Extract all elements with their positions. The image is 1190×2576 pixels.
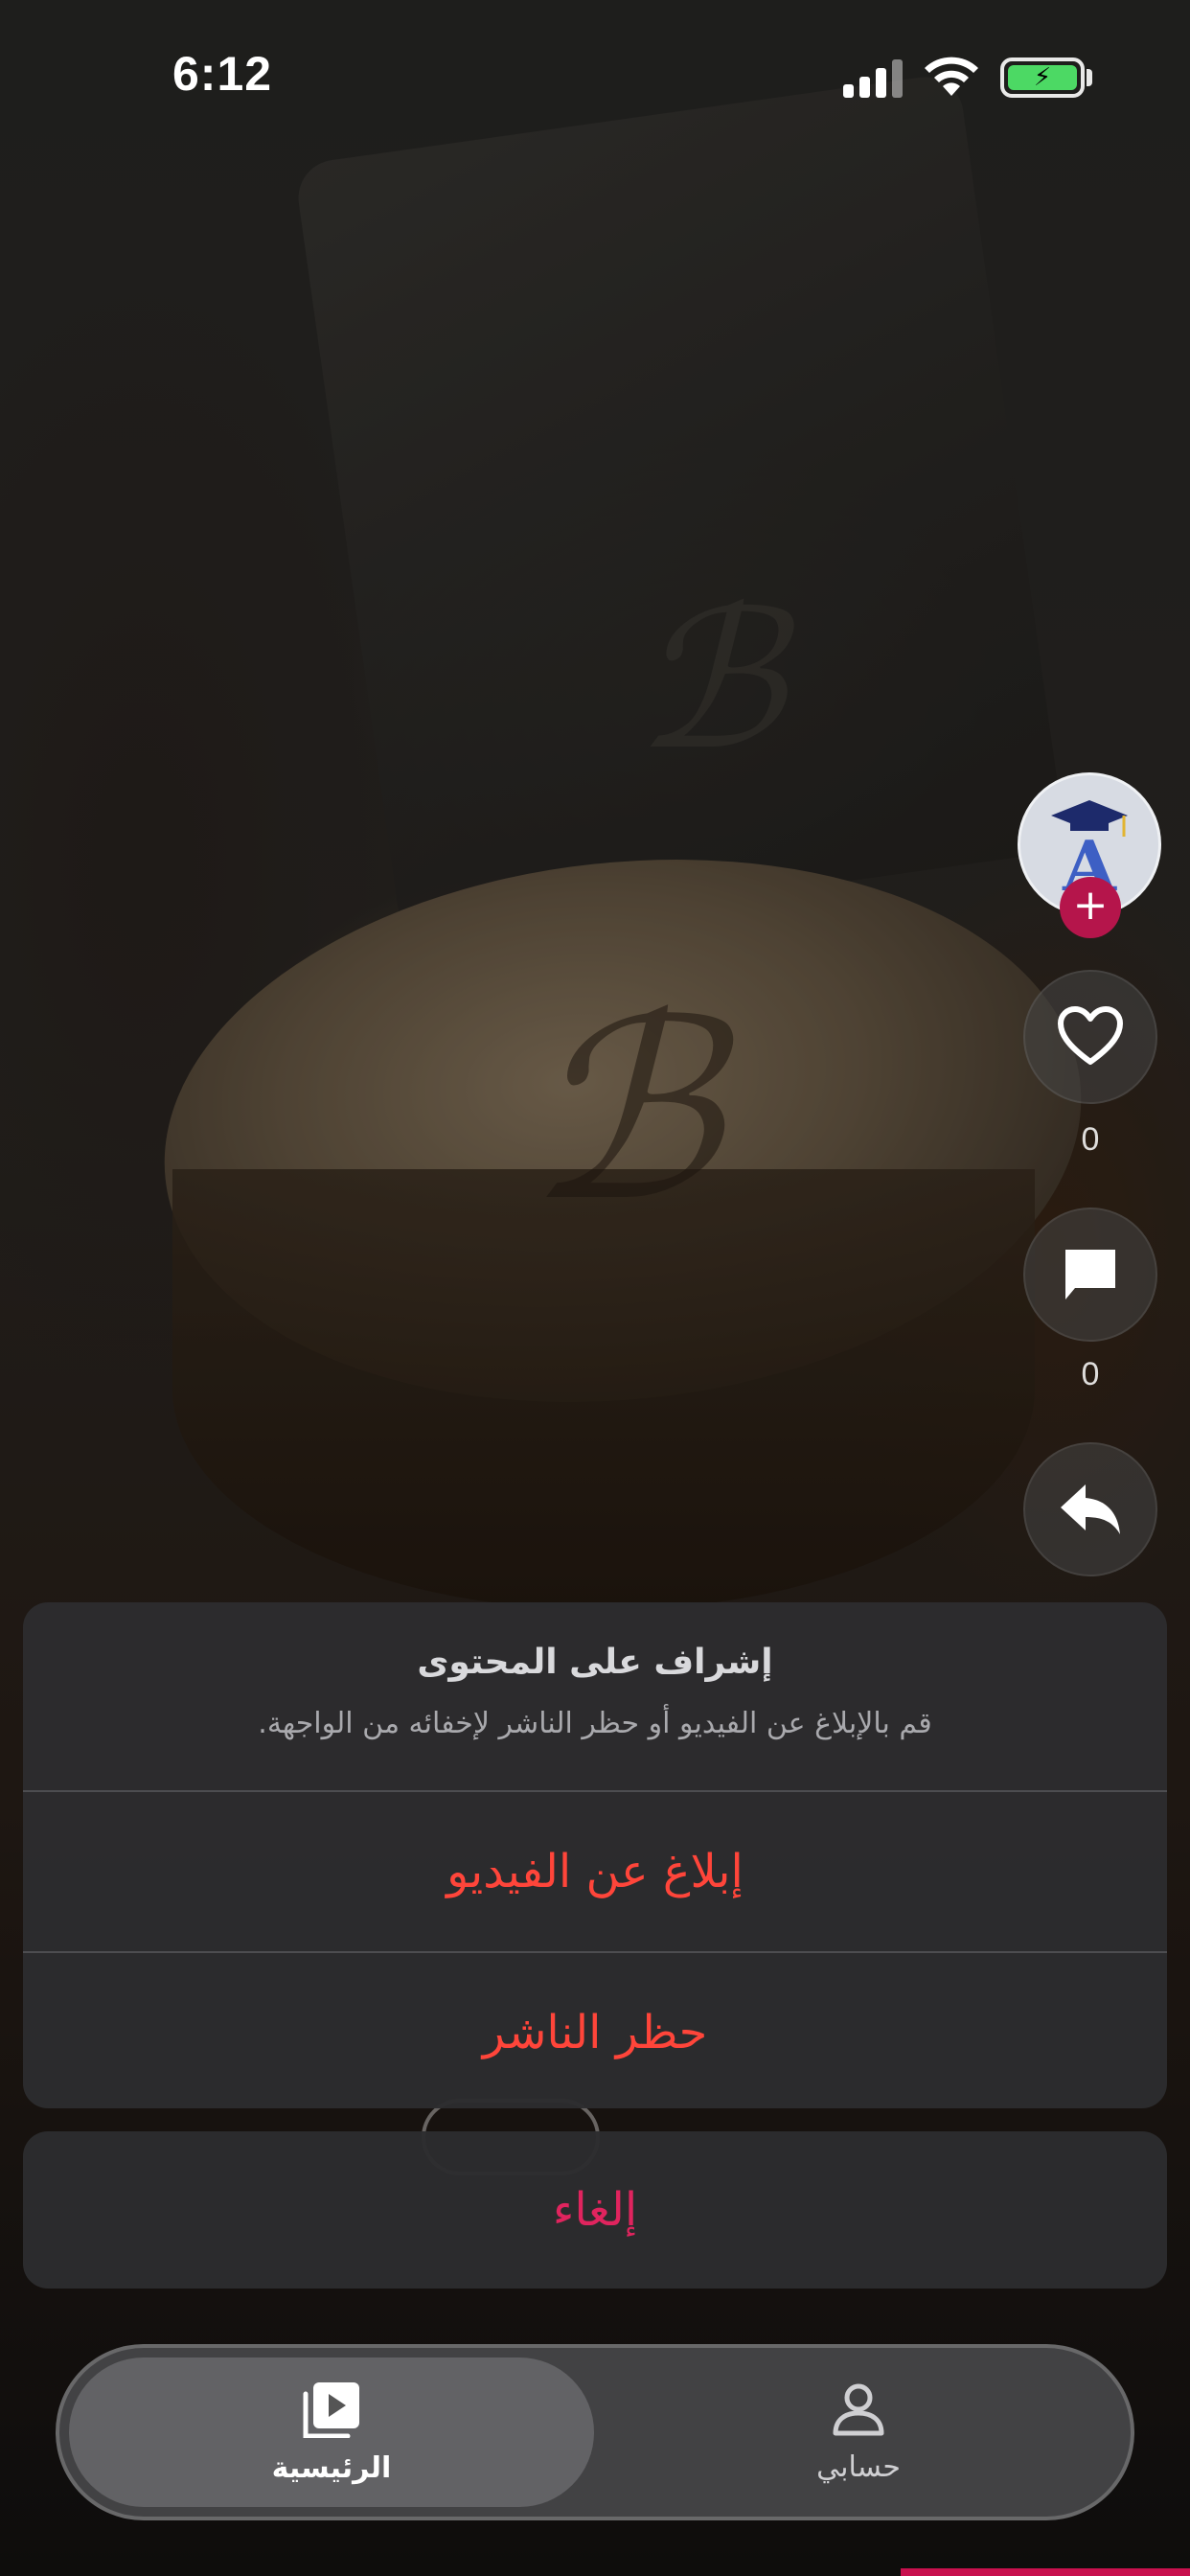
sheet-title: إشراف على المحتوى [417, 1643, 773, 1682]
battery-nub [1087, 69, 1092, 86]
status-bar: 6:12 ⚡ [0, 0, 1190, 153]
sheet-message: قم بالإبلاغ عن الفيديو أو حظر الناشر لإخ… [258, 1707, 932, 1740]
status-time: 6:12 [172, 47, 273, 101]
cellular-signal-icon [843, 59, 904, 98]
person-icon [833, 2383, 884, 2435]
video-play-icon [303, 2381, 359, 2438]
tab-account-label: حسابي [816, 2450, 901, 2484]
report-video-button[interactable]: إبلاغ عن الفيديو [23, 1792, 1167, 1951]
comment-count: 0 [1081, 1356, 1100, 1392]
wifi-icon [925, 57, 978, 96]
tab-account[interactable]: حسابي [596, 2358, 1121, 2507]
sheet-header: إشراف على المحتوى قم بالإبلاغ عن الفيديو… [23, 1602, 1167, 1790]
share-icon [1061, 1484, 1120, 1534]
share-button[interactable] [1023, 1442, 1157, 1576]
follow-button[interactable]: + [1060, 877, 1121, 938]
block-publisher-button[interactable]: حظر الناشر [23, 1953, 1167, 2108]
like-count: 0 [1081, 1121, 1100, 1158]
home-indicator [901, 2568, 1190, 2576]
battery-charging-icon: ⚡ [1000, 58, 1085, 98]
moderation-action-sheet: إشراف على المحتوى قم بالإبلاغ عن الفيديو… [23, 1602, 1167, 2108]
tab-home[interactable]: الرئيسية [69, 2358, 594, 2507]
comment-icon [1065, 1250, 1115, 1300]
tab-home-label: الرئيسية [271, 2450, 392, 2485]
comment-button[interactable] [1023, 1208, 1157, 1342]
like-button[interactable] [1023, 970, 1157, 1104]
heart-icon [1058, 1006, 1123, 1065]
tab-bar: الرئيسية حسابي [56, 2344, 1134, 2520]
cancel-button[interactable]: إلغاء [23, 2131, 1167, 2288]
